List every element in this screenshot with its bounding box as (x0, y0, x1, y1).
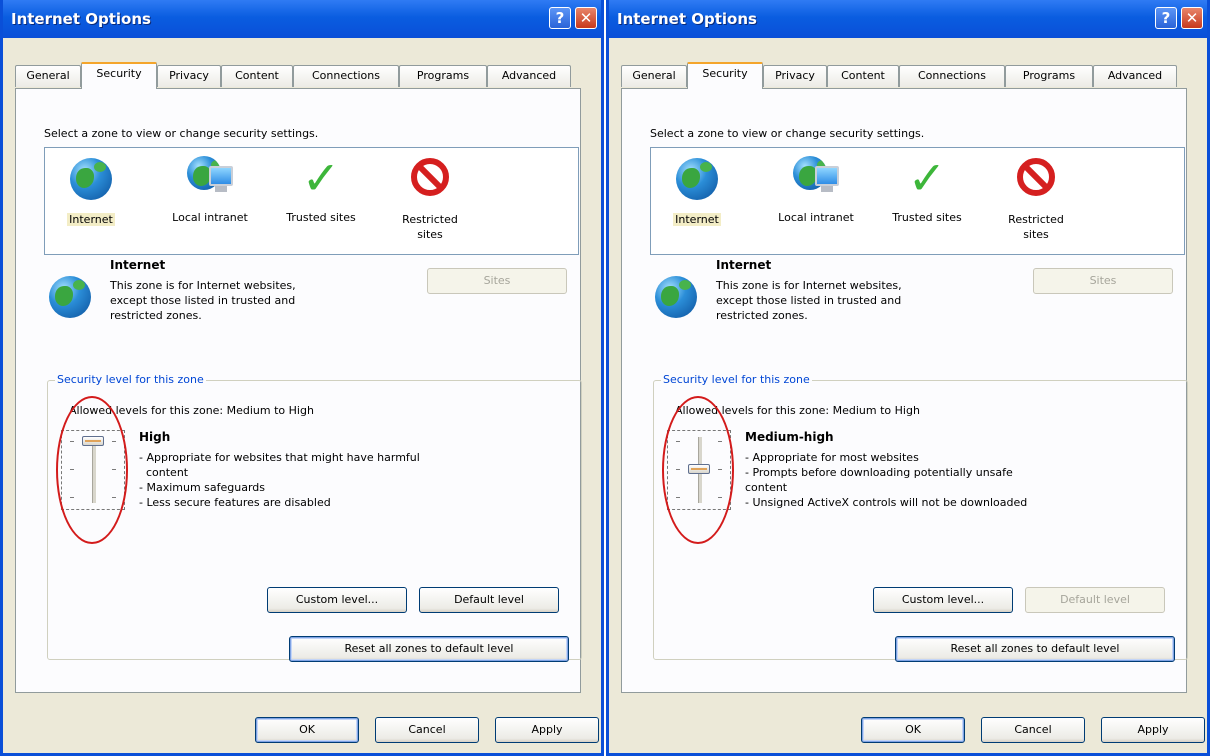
security-level-group (47, 380, 582, 660)
close-button[interactable]: ✕ (1181, 7, 1203, 29)
checkmark-icon: ✓ (301, 151, 341, 205)
tab-advanced[interactable]: Advanced (1093, 65, 1177, 87)
zone-label: Local intranet (172, 211, 248, 224)
zone-list: Internet Local intranet ✓ Trusted sites … (650, 147, 1185, 255)
tab-privacy[interactable]: Privacy (157, 65, 221, 87)
description-line: - Less secure features are disabled (139, 496, 331, 509)
internet-options-dialog-medium-high: Internet Options ? ✕ General Security Pr… (606, 0, 1210, 756)
description-line: - Unsigned ActiveX controls will not be … (745, 496, 1028, 509)
select-zone-label: Select a zone to view or change security… (650, 127, 925, 140)
zone-local-intranet[interactable]: Local intranet (155, 156, 265, 225)
checkmark-icon: ✓ (907, 151, 947, 205)
tab-content[interactable]: Content (221, 65, 293, 87)
security-level-name: High (139, 430, 171, 444)
help-button[interactable]: ? (549, 7, 571, 29)
apply-button[interactable]: Apply (1101, 717, 1205, 743)
zone-restricted-sites[interactable]: Restricted sites (991, 156, 1081, 242)
reset-all-zones-button[interactable]: Reset all zones to default level (895, 636, 1175, 662)
highlight-ellipse (662, 396, 734, 544)
description-line: - Maximum safeguards (139, 481, 266, 494)
zone-internet[interactable]: Internet (667, 156, 727, 227)
custom-level-button[interactable]: Custom level... (267, 587, 407, 613)
security-level-group-label: Security level for this zone (661, 373, 812, 386)
zone-label: Local intranet (778, 211, 854, 224)
restricted-icon (1013, 158, 1059, 204)
window-title: Internet Options (617, 10, 757, 28)
description-line: - Appropriate for websites that might ha… (139, 451, 420, 464)
security-level-group (653, 380, 1188, 660)
description-line: - Prompts before downloading potentially… (745, 466, 1013, 479)
sites-button[interactable]: Sites (427, 268, 567, 294)
cancel-button[interactable]: Cancel (981, 717, 1085, 743)
description-line: content (139, 466, 189, 479)
select-zone-label: Select a zone to view or change security… (44, 127, 319, 140)
zone-restricted-sites[interactable]: Restricted sites (385, 156, 475, 242)
tab-general[interactable]: General (15, 65, 81, 87)
zone-trusted-sites[interactable]: ✓ Trusted sites (271, 151, 371, 225)
default-level-button[interactable]: Default level (419, 587, 559, 613)
custom-level-button[interactable]: Custom level... (873, 587, 1013, 613)
security-level-description: - Appropriate for websites that might ha… (139, 450, 539, 510)
default-level-button[interactable]: Default level (1025, 587, 1165, 613)
globe-icon (49, 276, 91, 318)
zone-info-title: Internet (110, 258, 166, 272)
tab-programs[interactable]: Programs (399, 65, 487, 87)
zone-label: Restricted sites (402, 213, 458, 241)
zone-list: Internet Local intranet ✓ Trusted sites … (44, 147, 579, 255)
description-line: content (745, 481, 788, 494)
globe-icon (68, 158, 114, 204)
window-title: Internet Options (11, 10, 151, 28)
description-line: - Appropriate for most websites (745, 451, 919, 464)
zone-label: Internet (673, 213, 721, 226)
sites-button[interactable]: Sites (1033, 268, 1173, 294)
zone-label: Restricted sites (1008, 213, 1064, 241)
tab-advanced[interactable]: Advanced (487, 65, 571, 87)
zone-internet[interactable]: Internet (61, 156, 121, 227)
local-intranet-icon (187, 156, 233, 202)
highlight-ellipse (56, 396, 128, 544)
tab-content[interactable]: Content (827, 65, 899, 87)
ok-button[interactable]: OK (255, 717, 359, 743)
tab-connections[interactable]: Connections (899, 65, 1005, 87)
restricted-icon (407, 158, 453, 204)
zone-local-intranet[interactable]: Local intranet (761, 156, 871, 225)
globe-icon (655, 276, 697, 318)
zone-label: Trusted sites (892, 211, 962, 224)
zone-label: Internet (67, 213, 115, 226)
ok-button[interactable]: OK (861, 717, 965, 743)
tab-security[interactable]: Security (81, 62, 157, 89)
internet-options-dialog-high: Internet Options ? ✕ General Security Pr… (0, 0, 604, 756)
close-button[interactable]: ✕ (575, 7, 597, 29)
apply-button[interactable]: Apply (495, 717, 599, 743)
help-button[interactable]: ? (1155, 7, 1177, 29)
zone-label: Trusted sites (286, 211, 356, 224)
title-bar[interactable]: Internet Options ? ✕ (3, 0, 601, 38)
local-intranet-icon (793, 156, 839, 202)
tab-security[interactable]: Security (687, 62, 763, 89)
security-level-group-label: Security level for this zone (55, 373, 206, 386)
reset-all-zones-button[interactable]: Reset all zones to default level (289, 636, 569, 662)
zone-info-description: This zone is for Internet websites, exce… (716, 279, 902, 322)
zone-info-title: Internet (716, 258, 772, 272)
security-level-description: - Appropriate for most websites - Prompt… (745, 450, 1145, 510)
title-bar[interactable]: Internet Options ? ✕ (609, 0, 1207, 38)
tab-connections[interactable]: Connections (293, 65, 399, 87)
tab-programs[interactable]: Programs (1005, 65, 1093, 87)
security-level-name: Medium-high (745, 430, 834, 444)
zone-info-description: This zone is for Internet websites, exce… (110, 279, 296, 322)
tab-privacy[interactable]: Privacy (763, 65, 827, 87)
cancel-button[interactable]: Cancel (375, 717, 479, 743)
zone-trusted-sites[interactable]: ✓ Trusted sites (877, 151, 977, 225)
globe-icon (674, 158, 720, 204)
tab-general[interactable]: General (621, 65, 687, 87)
